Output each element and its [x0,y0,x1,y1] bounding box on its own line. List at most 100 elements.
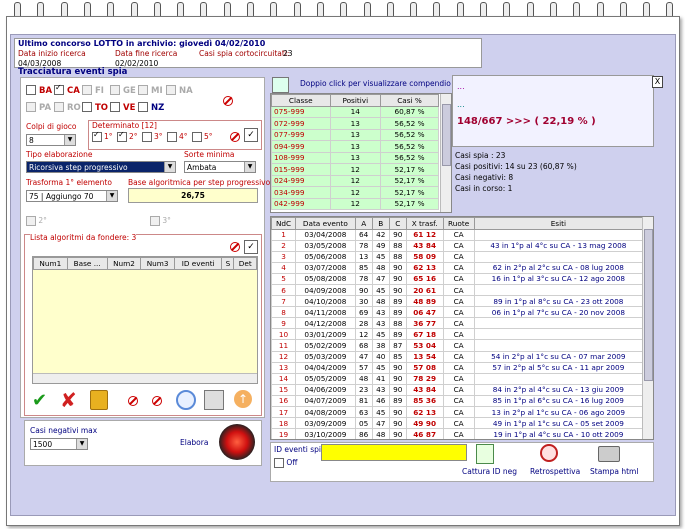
wheel-ge[interactable]: GE [110,85,136,96]
off-checkbox[interactable] [274,458,284,468]
confirm-check-icon[interactable]: ✔ [32,390,47,411]
determinato-option[interactable]: 2° [117,130,138,142]
events-column-header[interactable]: Data evento [295,217,356,230]
off-toggle[interactable]: Off [274,458,297,468]
event-row[interactable]: 8 04/11/2008 69 43 89 06 47 CA 06 in 1°p al 7°c… [271,306,644,319]
lista-table[interactable]: Num1 Base ... Num2 Num3 ID eventi S Det [32,256,258,384]
wheel-ro[interactable]: RO [54,102,81,113]
classe-column-header[interactable]: Casi % [380,94,439,107]
wheel-ca[interactable]: CA [54,83,80,96]
events-scrollbar[interactable] [642,217,653,439]
determinato-checkbox[interactable] [117,130,127,142]
wheel-ba[interactable]: BA [26,85,52,96]
classe-row[interactable]: 094-999 13 56,52 % [271,140,439,153]
event-row[interactable]: 5 05/08/2008 78 47 90 65 16 CA 16 in 1°p al 3°c… [271,272,644,285]
option-3-checkbox[interactable] [150,216,160,226]
classe-row[interactable]: 075-999 14 60,87 % [271,105,439,118]
printer-icon[interactable] [598,446,620,462]
wheel-checkbox[interactable] [110,85,120,95]
wheel-checkbox[interactable] [82,102,92,112]
lista-column-header[interactable]: Det [233,257,257,270]
classe-row[interactable]: 034-999 12 52,17 % [271,186,439,199]
clear-determinato-icon[interactable] [230,132,240,142]
events-column-header[interactable]: NdC [271,217,297,230]
event-row[interactable]: 2 03/05/2008 78 49 88 43 84 CA 43 in 1°p al 4°c… [271,239,644,252]
compendio-icon[interactable] [272,77,289,93]
lista-column-header[interactable]: Base ... [66,257,108,270]
determinato-checkbox[interactable] [167,132,177,142]
classe-row[interactable]: 015-999 12 52,17 % [271,163,439,176]
determinato-checkbox[interactable] [192,132,202,142]
option-2-check[interactable]: 2° [26,216,47,226]
determinato-option[interactable]: 5° [192,132,213,142]
events-column-header[interactable]: C [388,217,407,230]
classe-column-header[interactable]: Classe [271,94,331,107]
wheel-checkbox[interactable] [138,85,148,95]
classe-row[interactable]: 108-999 13 56,52 % [271,151,439,164]
base-value[interactable]: 26,75 [128,188,258,203]
tipo-select[interactable]: Ricorsiva step progressivo ▼ [26,161,176,173]
event-row[interactable]: 6 04/09/2008 90 45 90 20 61 CA [271,283,644,297]
wheel-fi[interactable]: FI [82,85,104,96]
events-column-header[interactable]: X trasf. [405,217,444,230]
wheel-checkbox[interactable] [110,102,120,112]
wheel-checkbox[interactable] [26,102,36,112]
event-row[interactable]: 9 04/12/2008 28 43 88 36 77 CA [271,317,644,330]
save-archive-icon[interactable] [204,390,224,410]
wheel-pa[interactable]: PA [26,102,51,113]
arrow-up-icon[interactable]: ↑ [234,390,252,408]
check-all-icon[interactable]: ✓ [244,128,258,142]
remove-small-icon-2[interactable] [152,396,162,406]
id-eventi-input[interactable] [321,444,467,461]
wheel-checkbox[interactable] [54,83,64,95]
determinato-checkbox[interactable] [92,130,102,142]
event-row[interactable]: 1 03/04/2008 64 42 90 61 12 CA [271,228,644,241]
delete-x-icon[interactable]: ✘ [60,388,77,412]
cattura-icon[interactable] [476,444,494,464]
event-row[interactable]: 17 04/08/2009 63 45 90 62 13 CA 13 in 2°p al 1°… [271,405,644,419]
event-row[interactable]: 10 03/01/2009 12 45 89 67 18 CA [271,328,644,341]
bucket-icon[interactable] [90,390,108,410]
check-lista-icon[interactable]: ✓ [244,240,258,254]
classe-row[interactable]: 072-999 13 56,52 % [271,117,439,130]
wheel-to[interactable]: TO [82,102,108,113]
events-column-header[interactable]: Ruote [442,217,475,230]
event-row[interactable]: 12 05/03/2009 47 40 85 13 54 CA 54 in 2°p al 1°… [271,350,644,363]
retrospettiva-icon[interactable] [540,444,558,462]
scroll-thumb[interactable] [644,229,653,381]
determinato-checkbox[interactable] [142,132,152,142]
events-column-header[interactable]: Esiti [473,217,644,230]
lista-column-header[interactable]: ID eventi [173,257,223,270]
event-row[interactable]: 3 05/06/2008 13 45 88 58 09 CA [271,250,644,263]
trasforma-select[interactable]: 75 | Aggiungo 70 ▼ [26,190,118,202]
option-2-checkbox[interactable] [26,216,36,226]
cattura-button[interactable]: Cattura ID neg [462,467,517,476]
lista-column-header[interactable]: S [221,257,235,270]
wheel-mi[interactable]: MI [138,85,163,96]
wheel-checkbox[interactable] [138,102,148,112]
casi-neg-select[interactable]: 1500 ▼ [30,438,88,450]
determinato-option[interactable]: 1° [92,130,113,142]
wheel-checkbox[interactable] [54,102,64,112]
lista-column-header[interactable]: Num1 [33,257,68,270]
stampa-button[interactable]: Stampa html [590,467,638,476]
wheel-ve[interactable]: VE [110,102,135,113]
lista-hscroll[interactable] [33,373,257,383]
wheel-checkbox[interactable] [166,85,176,95]
scroll-thumb[interactable] [442,104,451,166]
event-row[interactable]: 15 04/06/2009 23 43 90 43 84 CA 84 in 2°p al 4°… [271,383,644,396]
lista-column-header[interactable]: Num3 [140,257,175,270]
clear-lista-icon[interactable] [230,242,240,252]
wheel-nz[interactable]: NZ [138,102,164,113]
wheel-checkbox[interactable] [82,85,92,95]
close-summary-button[interactable]: X [652,76,663,88]
elabora-button[interactable] [219,424,255,460]
lista-column-header[interactable]: Num2 [106,257,142,270]
events-table[interactable]: NdC Data evento A B C X trasf. Ruote Esiti 1 03/… [270,216,654,440]
clear-wheels-icon[interactable] [223,96,233,106]
event-row[interactable]: 7 04/10/2008 30 48 89 48 89 CA 89 in 1°p al 8°c… [271,295,644,308]
retrospettiva-button[interactable]: Retrospettiva [530,467,580,476]
determinato-option[interactable]: 3° [142,132,163,142]
option-3-check[interactable]: 3° [150,216,171,226]
remove-small-icon[interactable] [128,396,138,406]
